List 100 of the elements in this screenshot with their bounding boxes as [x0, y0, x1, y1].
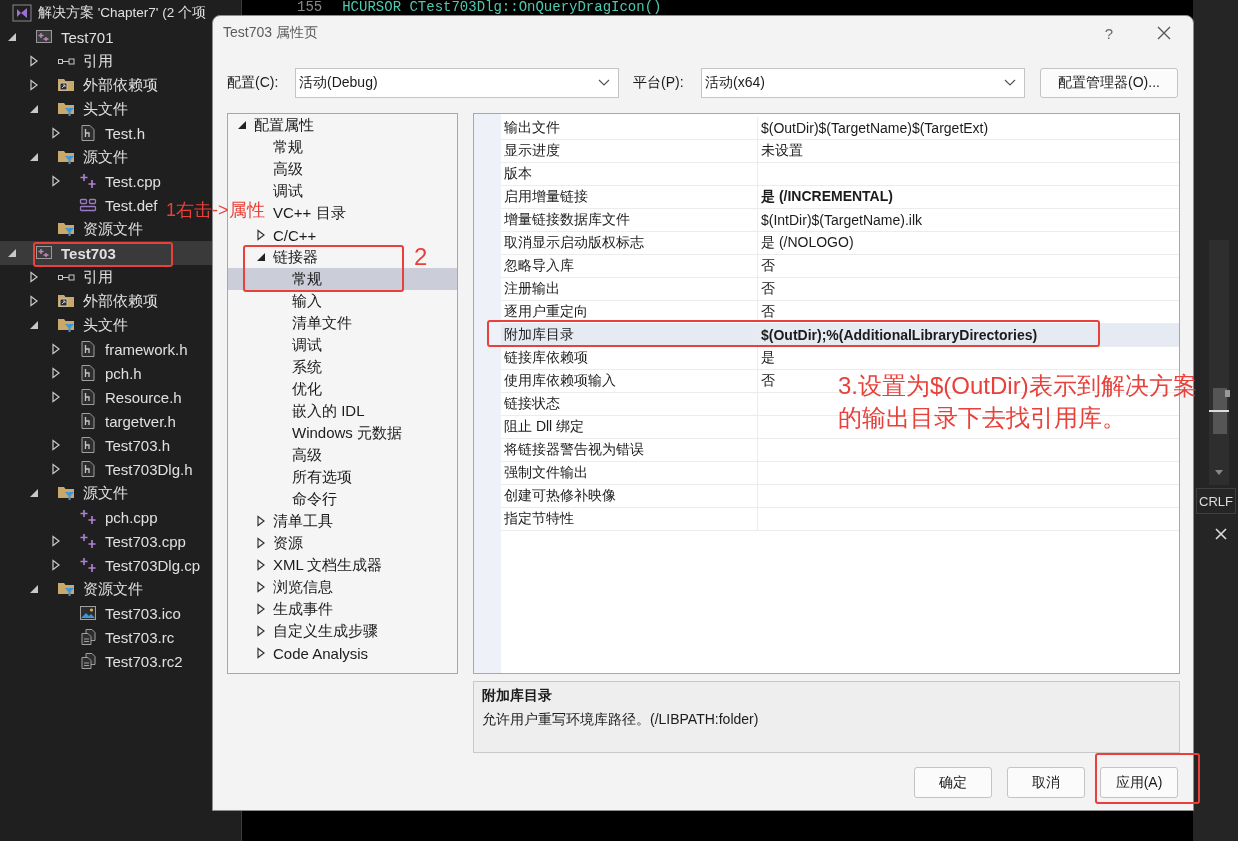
property-name[interactable]: 显示进度	[504, 142, 560, 160]
explorer-item[interactable]: 资源文件	[0, 577, 143, 601]
explorer-item[interactable]: Test703Dlg.cp	[0, 553, 201, 577]
property-name[interactable]: 启用增量链接	[504, 188, 588, 206]
configuration-manager-button[interactable]: 配置管理器(O)...	[1040, 68, 1178, 98]
property-name[interactable]: 忽略导入库	[504, 257, 574, 275]
caret-icon[interactable]	[28, 104, 40, 114]
explorer-item[interactable]: 引用	[0, 265, 113, 289]
caret-icon[interactable]	[6, 32, 18, 42]
property-name[interactable]: 将链接器警告视为错误	[504, 441, 644, 459]
caret-icon[interactable]	[28, 295, 40, 307]
caret-icon[interactable]	[50, 127, 62, 139]
explorer-item[interactable]: Resource.h	[0, 385, 182, 409]
caret-icon[interactable]	[50, 391, 62, 403]
property-name[interactable]: 增量链接数据库文件	[504, 211, 630, 229]
tree-item[interactable]: 链接器	[255, 246, 318, 268]
caret-icon[interactable]	[50, 463, 62, 475]
caret-icon[interactable]	[255, 515, 267, 527]
tree-item[interactable]: 浏览信息	[255, 576, 333, 598]
explorer-item[interactable]: Test.cpp	[0, 169, 161, 193]
explorer-item[interactable]: framework.h	[0, 337, 188, 361]
scrollbar[interactable]	[1207, 240, 1231, 485]
property-name[interactable]: 版本	[504, 165, 532, 183]
caret-icon[interactable]	[50, 535, 62, 547]
platform-dropdown[interactable]: 活动(x64)	[701, 68, 1025, 98]
solution-title[interactable]: 解决方案 'Chapter7' (2 个项	[38, 4, 206, 22]
tree-item[interactable]: 嵌入的 IDL	[292, 400, 365, 422]
tree-item[interactable]: 常规	[273, 136, 303, 158]
caret-icon[interactable]	[255, 603, 267, 615]
tree-item[interactable]: 所有选项	[292, 466, 352, 488]
caret-icon[interactable]	[28, 55, 40, 67]
caret-icon[interactable]	[255, 559, 267, 571]
property-value[interactable]: 未设置	[761, 142, 803, 160]
tree-item[interactable]: 高级	[273, 158, 303, 180]
property-value[interactable]: 否	[761, 257, 775, 275]
caret-icon[interactable]	[28, 584, 40, 594]
property-name[interactable]: 强制文件输出	[504, 464, 588, 482]
caret-icon[interactable]	[255, 537, 267, 549]
property-name[interactable]: 输出文件	[504, 119, 560, 137]
tree-item[interactable]: 输入	[292, 290, 322, 312]
property-name[interactable]: 指定节特性	[504, 510, 574, 528]
explorer-item[interactable]: Test703Dlg.h	[0, 457, 193, 481]
property-name[interactable]: 创建可热修补映像	[504, 487, 616, 505]
dialog-button[interactable]: 取消	[1007, 767, 1085, 798]
tree-item[interactable]: 调试	[273, 180, 303, 202]
caret-icon[interactable]	[28, 320, 40, 330]
explorer-item[interactable]: targetver.h	[0, 409, 176, 433]
caret-icon[interactable]	[28, 152, 40, 162]
explorer-item[interactable]: 引用	[0, 49, 113, 73]
explorer-item[interactable]: Test703.cpp	[0, 529, 186, 553]
explorer-item[interactable]: 源文件	[0, 145, 128, 169]
tree-item[interactable]: 调试	[292, 334, 322, 356]
caret-icon[interactable]	[28, 488, 40, 498]
tree-item[interactable]: 常规	[228, 268, 457, 290]
dialog-button[interactable]: 确定	[914, 767, 992, 798]
tree-item[interactable]: 优化	[292, 378, 322, 400]
explorer-item[interactable]: Test703.rc2	[0, 649, 183, 673]
explorer-item[interactable]: 外部依赖项	[0, 289, 158, 313]
property-name[interactable]: 链接状态	[504, 395, 560, 413]
caret-icon[interactable]	[236, 120, 248, 130]
explorer-item[interactable]: pch.cpp	[0, 505, 158, 529]
explorer-item[interactable]: Test703.ico	[0, 601, 181, 625]
property-name[interactable]: 注册输出	[504, 280, 560, 298]
explorer-item[interactable]: 源文件	[0, 481, 128, 505]
tree-item[interactable]: 清单工具	[255, 510, 333, 532]
caret-icon[interactable]	[255, 581, 267, 593]
property-name[interactable]: 逐用户重定向	[504, 303, 588, 321]
tree-item[interactable]: XML 文档生成器	[255, 554, 383, 576]
tree-item[interactable]: 配置属性	[236, 114, 314, 136]
property-name[interactable]: 取消显示启动版权标志	[504, 234, 644, 252]
property-value[interactable]: 是 (/NOLOGO)	[761, 234, 854, 252]
property-value[interactable]: 否	[761, 372, 775, 390]
explorer-item[interactable]: Test.def	[0, 193, 158, 217]
tree-item[interactable]: 系统	[292, 356, 322, 378]
caret-icon[interactable]	[50, 343, 62, 355]
close-icon[interactable]	[1157, 26, 1171, 40]
caret-icon[interactable]	[6, 248, 18, 258]
configuration-dropdown[interactable]: 活动(Debug)	[295, 68, 619, 98]
caret-icon[interactable]	[50, 175, 62, 187]
explorer-item[interactable]: Test701	[0, 25, 114, 49]
caret-icon[interactable]	[255, 252, 267, 262]
caret-icon[interactable]	[50, 439, 62, 451]
explorer-item[interactable]: 外部依赖项	[0, 73, 158, 97]
property-value[interactable]: $(OutDir)$(TargetName)$(TargetExt)	[761, 120, 989, 136]
caret-icon[interactable]	[28, 271, 40, 283]
caret-icon[interactable]	[255, 625, 267, 637]
tree-item[interactable]: 生成事件	[255, 598, 333, 620]
help-button[interactable]: ?	[1104, 24, 1113, 42]
line-ending-status[interactable]: CRLF	[1196, 488, 1236, 514]
caret-icon[interactable]	[28, 79, 40, 91]
explorer-item[interactable]: Test703.h	[0, 433, 171, 457]
caret-icon[interactable]	[255, 229, 267, 241]
property-value[interactable]: 是 (/INCREMENTAL)	[761, 188, 893, 206]
tree-item[interactable]: 资源	[255, 532, 303, 554]
explorer-item[interactable]: pch.h	[0, 361, 142, 385]
property-name[interactable]: 链接库依赖项	[504, 349, 588, 367]
tree-item[interactable]: Windows 元数据	[292, 422, 403, 444]
tree-item[interactable]: 高级	[292, 444, 322, 466]
explorer-item[interactable]: 资源文件	[0, 217, 143, 241]
property-name[interactable]: 阻止 Dll 绑定	[504, 418, 585, 436]
